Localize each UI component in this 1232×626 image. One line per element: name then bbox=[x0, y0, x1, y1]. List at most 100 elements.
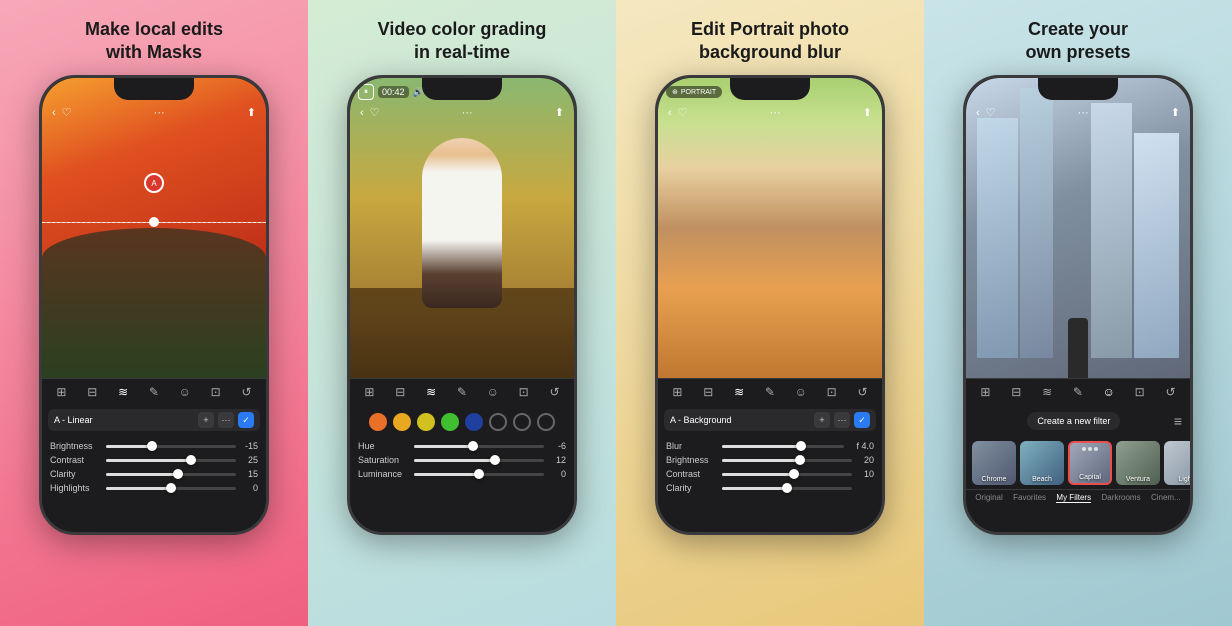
more-preset-btn-3[interactable]: ··· bbox=[834, 412, 850, 428]
preset-ventura[interactable]: Ventura bbox=[1116, 441, 1160, 485]
video-person bbox=[422, 138, 502, 308]
filter-header-row: Create a new filter ≡ bbox=[966, 405, 1190, 437]
edit-icon-3[interactable]: ✎ bbox=[760, 385, 780, 399]
portrait-label: PORTRAIT bbox=[681, 89, 716, 96]
preset-label: A - Linear bbox=[54, 415, 194, 425]
contrast-slider[interactable] bbox=[106, 459, 236, 462]
preset-light[interactable]: Light bbox=[1164, 441, 1190, 485]
add-preset-btn-3[interactable]: + bbox=[814, 412, 830, 428]
crop-icon[interactable]: ⊞ bbox=[51, 385, 71, 399]
preset-chrome[interactable]: Chrome bbox=[972, 441, 1016, 485]
share-icon-3: ⬆ bbox=[863, 106, 872, 119]
hue-slider[interactable] bbox=[414, 445, 544, 448]
color-yellow-orange[interactable] bbox=[393, 413, 411, 431]
presets-strip: Chrome Beach Capital Ventura bbox=[966, 437, 1190, 489]
tab-my-filters[interactable]: My Filters bbox=[1056, 493, 1091, 503]
panel-3-title: Edit Portrait photobackground blur bbox=[691, 18, 849, 63]
preset-actions-3: + ··· ✓ bbox=[814, 412, 870, 428]
mask-icon[interactable]: ≋ bbox=[113, 385, 133, 399]
luminance-slider[interactable] bbox=[414, 473, 544, 476]
portrait-badge: ⊛ PORTRAIT bbox=[666, 86, 722, 98]
frame-icon-3[interactable]: ⊡ bbox=[822, 385, 842, 399]
brightness-slider[interactable] bbox=[106, 445, 236, 448]
crop-icon-4[interactable]: ⊞ bbox=[975, 385, 995, 399]
contrast-slider-3[interactable] bbox=[722, 473, 852, 476]
crop-icon-2[interactable]: ⊞ bbox=[359, 385, 379, 399]
blur-value: f 4.0 bbox=[848, 441, 874, 451]
clarity-slider-3[interactable] bbox=[722, 487, 852, 490]
edit-icon[interactable]: ✎ bbox=[144, 385, 164, 399]
adjust-icon-4[interactable]: ⊟ bbox=[1006, 385, 1026, 399]
share-icon-2: ⬆ bbox=[555, 106, 564, 119]
dot-1 bbox=[1082, 447, 1086, 451]
history-icon-4[interactable]: ↺ bbox=[1160, 385, 1180, 399]
history-icon-2[interactable]: ↺ bbox=[544, 385, 564, 399]
phone-1-image: A bbox=[42, 78, 266, 378]
color-icon-2[interactable]: ≋ bbox=[421, 385, 441, 399]
edit-icon-4[interactable]: ✎ bbox=[1068, 385, 1088, 399]
luminance-value: 0 bbox=[548, 469, 566, 479]
confirm-preset-btn-3[interactable]: ✓ bbox=[854, 412, 870, 428]
phone-2-controls: Hue -6 Saturation 12 Luminan bbox=[350, 435, 574, 532]
tab-favorites[interactable]: Favorites bbox=[1013, 493, 1046, 503]
preset-light-label: Light bbox=[1164, 476, 1190, 483]
more-icon-4: ··· bbox=[1078, 107, 1089, 119]
tab-original[interactable]: Original bbox=[975, 493, 1003, 503]
history-icon[interactable]: ↺ bbox=[236, 385, 256, 399]
confirm-preset-btn[interactable]: ✓ bbox=[238, 412, 254, 428]
mask-icon-3[interactable]: ≋ bbox=[729, 385, 749, 399]
color-wheel-row bbox=[350, 405, 574, 435]
adjust-icon-2[interactable]: ⊟ bbox=[390, 385, 410, 399]
brightness-slider-3[interactable] bbox=[722, 459, 852, 462]
color-outline-2[interactable] bbox=[513, 413, 531, 431]
preset-chrome-label: Chrome bbox=[972, 476, 1016, 483]
preset-capital[interactable]: Capital bbox=[1068, 441, 1112, 485]
portrait-person bbox=[658, 78, 882, 378]
highlights-label: Highlights bbox=[50, 483, 102, 493]
more-preset-btn[interactable]: ··· bbox=[218, 412, 234, 428]
preset-ventura-label: Ventura bbox=[1116, 476, 1160, 483]
pause-btn[interactable]: ⏸ bbox=[358, 84, 374, 100]
edit-icon-2[interactable]: ✎ bbox=[452, 385, 472, 399]
preset-beach[interactable]: Beach bbox=[1020, 441, 1064, 485]
contrast-value-3: 10 bbox=[856, 469, 874, 479]
color-orange[interactable] bbox=[369, 413, 387, 431]
highlights-slider[interactable] bbox=[106, 487, 236, 490]
building-1 bbox=[977, 118, 1017, 358]
phone-4-header-left: ‹ ♡ bbox=[976, 106, 996, 119]
color-dark-blue[interactable] bbox=[465, 413, 483, 431]
filter-list-icon[interactable]: ≡ bbox=[1174, 413, 1182, 429]
color-yellow[interactable] bbox=[417, 413, 435, 431]
control-highlights: Highlights 0 bbox=[50, 483, 258, 493]
color-outline-3[interactable] bbox=[537, 413, 555, 431]
clarity-label-3: Clarity bbox=[666, 483, 718, 493]
clarity-value: 15 bbox=[240, 469, 258, 479]
face-icon-3[interactable]: ☺ bbox=[791, 385, 811, 399]
create-filter-btn[interactable]: Create a new filter bbox=[1027, 412, 1120, 430]
adjust-icon-3[interactable]: ⊟ bbox=[698, 385, 718, 399]
frame-icon-4[interactable]: ⊡ bbox=[1130, 385, 1150, 399]
tab-cinema[interactable]: Cinem... bbox=[1151, 493, 1181, 503]
filter-tabs: Original Favorites My Filters Darkrooms … bbox=[966, 489, 1190, 506]
adjust-icon[interactable]: ⊟ bbox=[82, 385, 102, 399]
phone-3: ‹ ♡ ··· ⬆ ⊛ PORTRAIT ⊞ ⊟ ≋ ✎ ☺ ⊡ ↺ bbox=[655, 75, 885, 535]
more-icon-3: ··· bbox=[770, 107, 781, 119]
blur-slider[interactable] bbox=[722, 445, 844, 448]
frame-icon-2[interactable]: ⊡ bbox=[514, 385, 534, 399]
saturation-slider[interactable] bbox=[414, 459, 544, 462]
blur-label: Blur bbox=[666, 441, 718, 451]
face-icon-2[interactable]: ☺ bbox=[483, 385, 503, 399]
color-icon-4[interactable]: ≋ bbox=[1037, 385, 1057, 399]
clarity-slider[interactable] bbox=[106, 473, 236, 476]
color-outline-1[interactable] bbox=[489, 413, 507, 431]
frame-icon[interactable]: ⊡ bbox=[206, 385, 226, 399]
filter-icon-4[interactable]: ☺ bbox=[1099, 385, 1119, 399]
history-icon-3[interactable]: ↺ bbox=[852, 385, 872, 399]
tab-darkrooms[interactable]: Darkrooms bbox=[1101, 493, 1140, 503]
crop-icon-3[interactable]: ⊞ bbox=[667, 385, 687, 399]
color-green[interactable] bbox=[441, 413, 459, 431]
face-icon[interactable]: ☺ bbox=[175, 385, 195, 399]
back-icon-2: ‹ bbox=[360, 107, 364, 119]
add-preset-btn[interactable]: + bbox=[198, 412, 214, 428]
phone-4: ‹ ♡ ··· ⬆ ⊞ ⊟ ≋ bbox=[963, 75, 1193, 535]
